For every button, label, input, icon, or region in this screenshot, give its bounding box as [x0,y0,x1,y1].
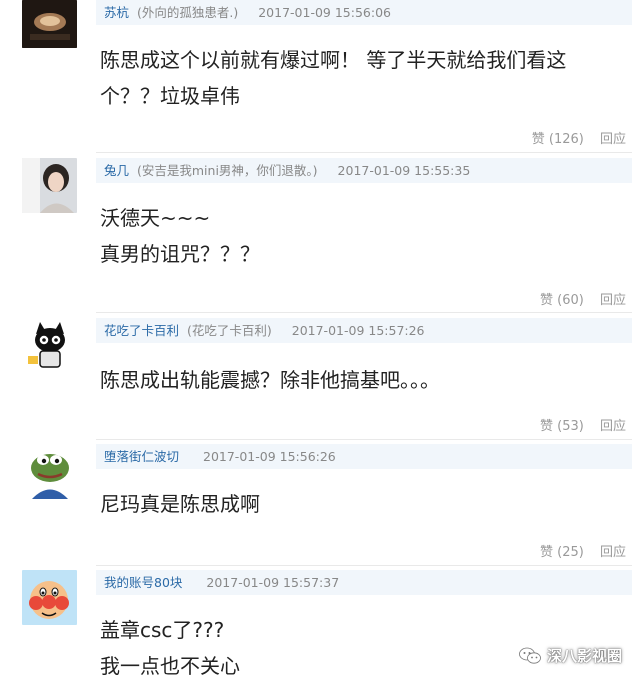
avatar[interactable] [22,444,77,499]
comment-header: 兔几 (安吉是我mini男神，你们退散。) 2017-01-09 15:55:3… [96,158,632,183]
divider [96,312,632,313]
comment-text: 沃德天~~~ 真男的诅咒？？？ [100,200,620,272]
watermark: 深八影视圈 [519,645,622,666]
avatar[interactable] [22,570,77,625]
comment-actions: 赞 (60) 回应 [540,289,626,308]
comment-actions: 赞 (25) 回应 [540,541,626,560]
like-button[interactable]: 赞 (25) [540,545,584,560]
divider [96,439,632,440]
user-remark: (花吃了卡百利) [187,323,272,338]
timestamp: 2017-01-09 15:57:26 [291,323,425,338]
like-button[interactable]: 赞 (126) [532,132,584,147]
timestamp: 2017-01-09 15:56:26 [203,449,336,464]
divider [96,152,632,153]
username-link[interactable]: 堕落街仁波切 [104,449,179,464]
comment-line: 个？？垃圾卓伟 [100,84,240,108]
reply-button[interactable]: 回应 [600,132,626,147]
timestamp: 2017-01-09 15:55:35 [337,163,471,178]
like-button[interactable]: 赞 (60) [540,293,584,308]
avatar[interactable] [22,0,77,48]
comment-line: 沃德天~~~ [100,206,211,230]
wechat-icon [519,647,541,664]
username-link[interactable]: 花吃了卡百利 [104,323,179,338]
comment-line: 真男的诅咒？？？ [100,242,260,266]
comment-header: 花吃了卡百利 (花吃了卡百利) 2017-01-09 15:57:26 [96,318,632,343]
timestamp: 2017-01-09 15:57:37 [206,575,340,590]
avatar-cartoon-face-icon [22,570,77,625]
timestamp: 2017-01-09 15:56:06 [258,5,391,20]
divider [96,565,632,566]
comment-text: 陈思成出轨能震撼？除非他搞基吧。。。 [100,362,620,398]
comment-line: 陈思成这个以前就有爆过啊！ 等了半天就给我们看这 [100,48,567,72]
comment-line: 盖章csc了??? [100,618,225,642]
user-remark: (安吉是我mini男神，你们退散。) [137,163,318,178]
username-link[interactable]: 我的账号80块 [104,575,182,590]
reply-button[interactable]: 回应 [600,419,626,434]
comment-line: 尼玛真是陈思成啊 [100,492,260,516]
watermark-text: 深八影视圈 [546,647,622,665]
user-remark: (外向的孤独患者.) [137,5,239,20]
comment-header: 我的账号80块 2017-01-09 15:57:37 [96,570,632,595]
username-link[interactable]: 苏杭 [104,5,129,20]
avatar[interactable] [22,158,77,213]
username-link[interactable]: 兔几 [104,163,129,178]
comment-actions: 赞 (126) 回应 [532,128,626,147]
avatar-photo-icon [22,158,77,213]
reply-button[interactable]: 回应 [600,293,626,308]
comment-actions: 赞 (53) 回应 [540,415,626,434]
like-button[interactable]: 赞 (53) [540,419,584,434]
comment-header: 苏杭 (外向的孤独患者.) 2017-01-09 15:56:06 [96,0,632,25]
comment-text: 陈思成这个以前就有爆过啊！ 等了半天就给我们看这 个？？垃圾卓伟 [100,42,620,114]
comment-line: 陈思成出轨能震撼？除非他搞基吧。。。 [100,368,440,392]
comment-header: 堕落街仁波切 2017-01-09 15:56:26 [96,444,632,469]
reply-button[interactable]: 回应 [600,545,626,560]
avatar[interactable] [22,318,77,373]
avatar-pepe-frog-icon [22,444,77,499]
avatar-cartoon-cat-icon [22,318,77,373]
comment-text: 尼玛真是陈思成啊 [100,486,620,522]
avatar-photo-icon [22,0,77,48]
